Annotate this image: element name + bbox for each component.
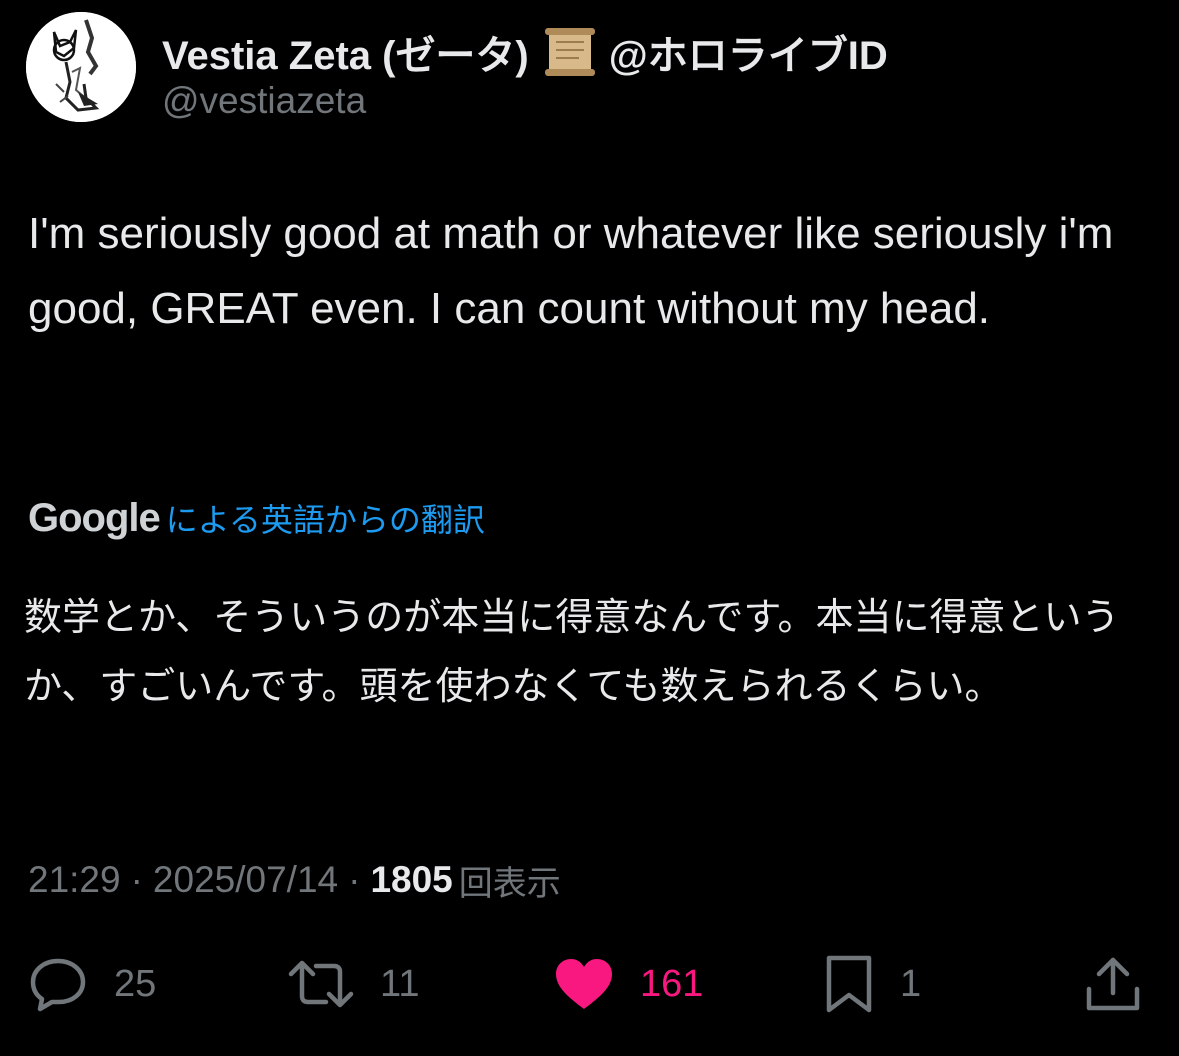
meta-separator: · (130, 859, 143, 900)
reply-button[interactable]: 25 (28, 944, 156, 1024)
tweet-header: Vestia Zeta (ゼータ) @ホロライブID @vestiazeta (26, 12, 1146, 128)
display-name[interactable]: Vestia Zeta (ゼータ) (162, 23, 529, 81)
retweet-icon (288, 958, 354, 1010)
tweet-time[interactable]: 21:29 (28, 859, 121, 901)
avatar[interactable] (26, 12, 136, 122)
action-bar: 25 11 161 1 (0, 944, 1179, 1024)
tweet-date[interactable]: 2025/07/14 (153, 859, 338, 901)
bookmark-icon (824, 954, 874, 1014)
views-label: 回表示 (458, 864, 561, 903)
user-handle[interactable]: @vestiazeta (162, 80, 366, 122)
retweet-count: 11 (380, 962, 420, 1005)
like-count: 161 (640, 962, 704, 1005)
affiliation-label[interactable]: @ホロライブID (609, 23, 888, 81)
translation-attribution: Google による英語からの翻訳 (28, 488, 485, 548)
google-logo: Google (28, 495, 161, 540)
meta-separator: · (348, 859, 361, 900)
translation-link[interactable]: による英語からの翻訳 (166, 495, 485, 541)
share-icon (1084, 955, 1142, 1013)
name-row: Vestia Zeta (ゼータ) @ホロライブID (162, 22, 888, 82)
like-button[interactable]: 161 (554, 944, 703, 1024)
reply-icon (28, 956, 88, 1012)
tweet-text: I'm seriously good at math or whatever l… (28, 209, 1114, 333)
retweet-button[interactable]: 11 (288, 944, 419, 1024)
bookmark-button[interactable]: 1 (824, 944, 921, 1024)
views-count[interactable]: 1805 (370, 859, 452, 901)
tweet-meta: 21:29 · 2025/07/14 · 1805 回表示 (28, 852, 561, 908)
share-button[interactable] (1084, 944, 1142, 1024)
translated-text: 数学とか、そういうのが本当に得意なんです。本当に得意というか、すごいんです。頭を… (24, 597, 1120, 708)
scroll-icon (543, 26, 597, 78)
avatar-image (26, 12, 136, 122)
reply-count: 25 (114, 962, 157, 1005)
bookmark-count: 1 (900, 962, 922, 1005)
heart-icon (554, 957, 614, 1011)
